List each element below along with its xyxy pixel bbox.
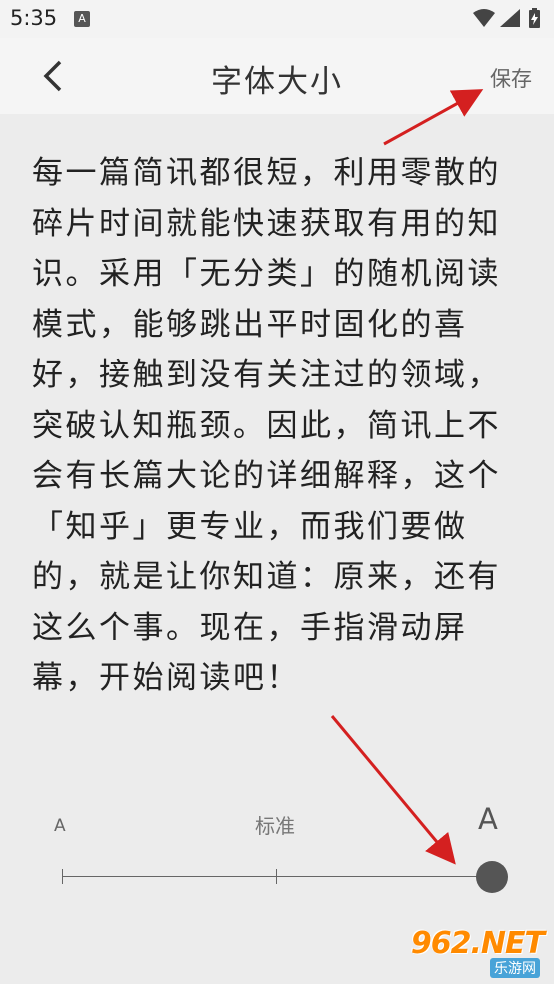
status-time: 5:35 bbox=[10, 6, 58, 30]
font-size-standard-label: 标准 bbox=[255, 814, 295, 838]
app-bar: 字体大小 保存 bbox=[0, 38, 554, 114]
font-size-large-label: A bbox=[478, 802, 498, 836]
page-title: 字体大小 bbox=[211, 64, 343, 100]
slider-tick-small[interactable] bbox=[62, 869, 63, 884]
wifi-icon bbox=[473, 9, 495, 27]
annotation-arrow-slider bbox=[330, 715, 456, 865]
font-size-small-label: A bbox=[54, 816, 66, 836]
font-size-slider-track[interactable] bbox=[62, 876, 492, 877]
watermark-logo: 962.NET 乐游网 bbox=[411, 926, 548, 978]
save-button[interactable]: 保存 bbox=[490, 63, 532, 93]
battery-charging-icon bbox=[529, 8, 540, 28]
notification-a-icon: A bbox=[74, 11, 90, 27]
slider-tick-standard[interactable] bbox=[276, 869, 277, 884]
watermark-main: 962.NET bbox=[410, 926, 545, 961]
status-icons bbox=[472, 7, 546, 31]
preview-text: 每一篇简讯都很短，利用零散的碎片时间就能快速获取有用的知识。采用「无分类」的随机… bbox=[32, 155, 501, 696]
watermark-sub: 乐游网 bbox=[490, 958, 540, 978]
font-size-slider-thumb[interactable] bbox=[476, 861, 508, 893]
signal-icon bbox=[500, 9, 520, 27]
status-bar: 5:35 A bbox=[0, 0, 554, 38]
